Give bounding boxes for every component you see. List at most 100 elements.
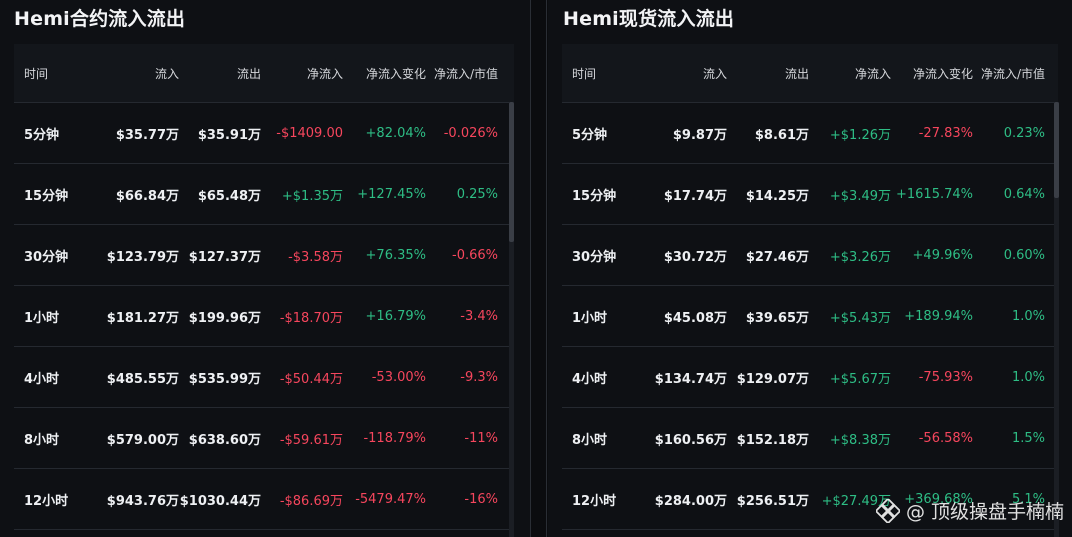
table-row[interactable]: 8小时 $160.56万 $152.18万 +$8.38万 -56.58% 1.5% xyxy=(562,408,1058,469)
app-root: Hemi合约流入流出 时间 流入 流出 净流入 净流入变化 净流入/市值 5分钟… xyxy=(0,0,1072,537)
cell-inflow: $160.56万 xyxy=(654,432,727,448)
cell-inflow: $181.27万 xyxy=(106,310,179,326)
cell-net-ratio: -0.66% xyxy=(452,247,498,263)
table-header: 时间 流入 流出 净流入 净流入变化 净流入/市值 xyxy=(562,44,1058,102)
table-body: 5分钟 $35.77万 $35.91万 -$1409.00 +82.04% -0.026%… xyxy=(14,102,514,530)
col-header-inflow[interactable]: 流入 xyxy=(650,65,727,82)
cell-time: 30分钟 xyxy=(24,249,69,265)
col-header-net-ratio[interactable]: 净流入/市值 xyxy=(426,65,498,82)
cell-inflow: $66.84万 xyxy=(115,188,179,204)
cell-net-inflow: +$5.43万 xyxy=(829,310,891,326)
table-body: 5分钟 $9.87万 $8.61万 +$1.26万 -27.83% 0.23% 15分钟 $1… xyxy=(562,102,1058,530)
cell-inflow: $123.79万 xyxy=(106,249,179,265)
cell-net-ratio: 0.60% xyxy=(1003,247,1045,263)
cell-net-change: -118.79% xyxy=(363,430,426,446)
col-header-outflow[interactable]: 流出 xyxy=(179,65,261,82)
cell-net-ratio: 1.0% xyxy=(1011,308,1045,324)
col-header-time[interactable]: 时间 xyxy=(14,65,104,82)
cell-time: 4小时 xyxy=(572,371,608,387)
cell-net-ratio: -9.3% xyxy=(460,369,498,385)
cell-net-ratio: -0.026% xyxy=(443,125,498,141)
cell-net-change: -56.58% xyxy=(918,430,973,446)
watermark-text: @ 顶级操盘手楠楠 xyxy=(905,501,1064,523)
cell-outflow: $8.61万 xyxy=(754,127,809,143)
cell-outflow: $65.48万 xyxy=(197,188,261,204)
table-row[interactable]: 5分钟 $35.77万 $35.91万 -$1409.00 +82.04% -0.026% xyxy=(14,102,514,164)
divider xyxy=(530,0,531,537)
table-row[interactable]: 15分钟 $17.74万 $14.25万 +$3.49万 +1615.74% 0.64% xyxy=(562,164,1058,225)
cell-net-ratio: 0.23% xyxy=(1003,125,1045,141)
cell-net-inflow: -$50.44万 xyxy=(279,371,343,387)
scrollbar-thumb[interactable] xyxy=(509,102,514,242)
table-row[interactable]: 8小时 $579.00万 $638.60万 -$59.61万 -118.79% -11% xyxy=(14,408,514,469)
table-row[interactable]: 4小时 $485.55万 $535.99万 -$50.44万 -53.00% -9.3% xyxy=(14,347,514,408)
table-header: 时间 流入 流出 净流入 净流入变化 净流入/市值 xyxy=(14,44,514,102)
cell-net-inflow: +$1.26万 xyxy=(829,127,891,143)
table-row[interactable]: 15分钟 $66.84万 $65.48万 +$1.35万 +127.45% 0.25% xyxy=(14,164,514,225)
col-header-inflow[interactable]: 流入 xyxy=(104,65,179,82)
cell-net-change: +16.79% xyxy=(365,308,426,324)
table-row[interactable]: 1小时 $181.27万 $199.96万 -$18.70万 +16.79% -3.4% xyxy=(14,286,514,347)
table-row[interactable]: 1小时 $45.08万 $39.65万 +$5.43万 +189.94% 1.0% xyxy=(562,286,1058,347)
col-header-net-inflow[interactable]: 净流入 xyxy=(261,65,343,82)
col-header-net-change[interactable]: 净流入变化 xyxy=(343,65,426,82)
table-row[interactable]: 12小时 $943.76万 $1030.44万 -$86.69万 -5479.47% -1… xyxy=(14,469,514,530)
cell-net-inflow: -$86.69万 xyxy=(279,493,343,509)
col-header-net-inflow[interactable]: 净流入 xyxy=(809,65,891,82)
cell-net-ratio: -11% xyxy=(464,430,498,446)
spot-flow-table: 时间 流入 流出 净流入 净流入变化 净流入/市值 5分钟 $9.87万 $8.61… xyxy=(562,44,1058,530)
cell-time: 8小时 xyxy=(572,432,608,448)
cell-net-change: +189.94% xyxy=(904,308,973,324)
cell-net-inflow: +$8.38万 xyxy=(829,432,891,448)
cell-inflow: $9.87万 xyxy=(672,127,727,143)
scrollbar-thumb[interactable] xyxy=(1054,102,1059,198)
table-row[interactable]: 30分钟 $123.79万 $127.37万 -$3.58万 +76.35% -0.66% xyxy=(14,225,514,286)
cell-net-ratio: 1.5% xyxy=(1011,430,1045,446)
cell-time: 15分钟 xyxy=(572,188,617,204)
panel-title: Hemi现货流入流出 xyxy=(563,8,735,30)
cell-inflow: $485.55万 xyxy=(106,371,179,387)
cell-outflow: $152.18万 xyxy=(736,432,809,448)
cell-net-inflow: +$3.26万 xyxy=(829,249,891,265)
table-row[interactable]: 5分钟 $9.87万 $8.61万 +$1.26万 -27.83% 0.23% xyxy=(562,102,1058,164)
cell-net-inflow: +$5.67万 xyxy=(829,371,891,387)
cell-net-inflow: -$18.70万 xyxy=(279,310,343,326)
cell-inflow: $134.74万 xyxy=(654,371,727,387)
cell-outflow: $256.51万 xyxy=(736,493,809,509)
cell-net-change: +49.96% xyxy=(912,247,973,263)
col-header-net-change[interactable]: 净流入变化 xyxy=(891,65,973,82)
cell-net-change: -53.00% xyxy=(371,369,426,385)
cell-net-change: -27.83% xyxy=(918,125,973,141)
cell-inflow: $579.00万 xyxy=(106,432,179,448)
cell-outflow: $129.07万 xyxy=(736,371,809,387)
col-header-time[interactable]: 时间 xyxy=(562,65,650,82)
watermark: @ 顶级操盘手楠楠 xyxy=(875,497,1064,524)
platform-logo-icon xyxy=(875,498,900,523)
cell-net-inflow: +$1.35万 xyxy=(281,188,343,204)
cell-time: 30分钟 xyxy=(572,249,617,265)
col-header-outflow[interactable]: 流出 xyxy=(727,65,809,82)
cell-net-ratio: -16% xyxy=(464,491,498,507)
table-row[interactable]: 30分钟 $30.72万 $27.46万 +$3.26万 +49.96% 0.60% xyxy=(562,225,1058,286)
cell-net-inflow: -$3.58万 xyxy=(288,249,343,265)
cell-net-ratio: -3.4% xyxy=(460,308,498,324)
cell-time: 15分钟 xyxy=(24,188,69,204)
contract-flow-table: 时间 流入 流出 净流入 净流入变化 净流入/市值 5分钟 $35.77万 $35.… xyxy=(14,44,514,530)
cell-inflow: $284.00万 xyxy=(654,493,727,509)
panel-title: Hemi合约流入流出 xyxy=(14,8,186,30)
cell-time: 8小时 xyxy=(24,432,60,448)
cell-net-ratio: 0.64% xyxy=(1003,186,1045,202)
cell-time: 1小时 xyxy=(572,310,608,326)
cell-net-change: -5479.47% xyxy=(355,491,426,507)
cell-inflow: $45.08万 xyxy=(663,310,727,326)
cell-net-change: +1615.74% xyxy=(895,186,973,202)
cell-net-ratio: 0.25% xyxy=(456,186,498,202)
table-row[interactable]: 4小时 $134.74万 $129.07万 +$5.67万 -75.93% 1.0% xyxy=(562,347,1058,408)
cell-time: 5分钟 xyxy=(24,127,60,143)
spot-flow-panel: Hemi现货流入流出 时间 流入 流出 净流入 净流入变化 净流入/市值 5分钟… xyxy=(548,0,1072,537)
cell-inflow: $35.77万 xyxy=(115,127,179,143)
cell-net-change: +82.04% xyxy=(365,125,426,141)
cell-inflow: $943.76万 xyxy=(106,493,179,509)
col-header-net-ratio[interactable]: 净流入/市值 xyxy=(973,65,1045,82)
cell-outflow: $199.96万 xyxy=(188,310,261,326)
